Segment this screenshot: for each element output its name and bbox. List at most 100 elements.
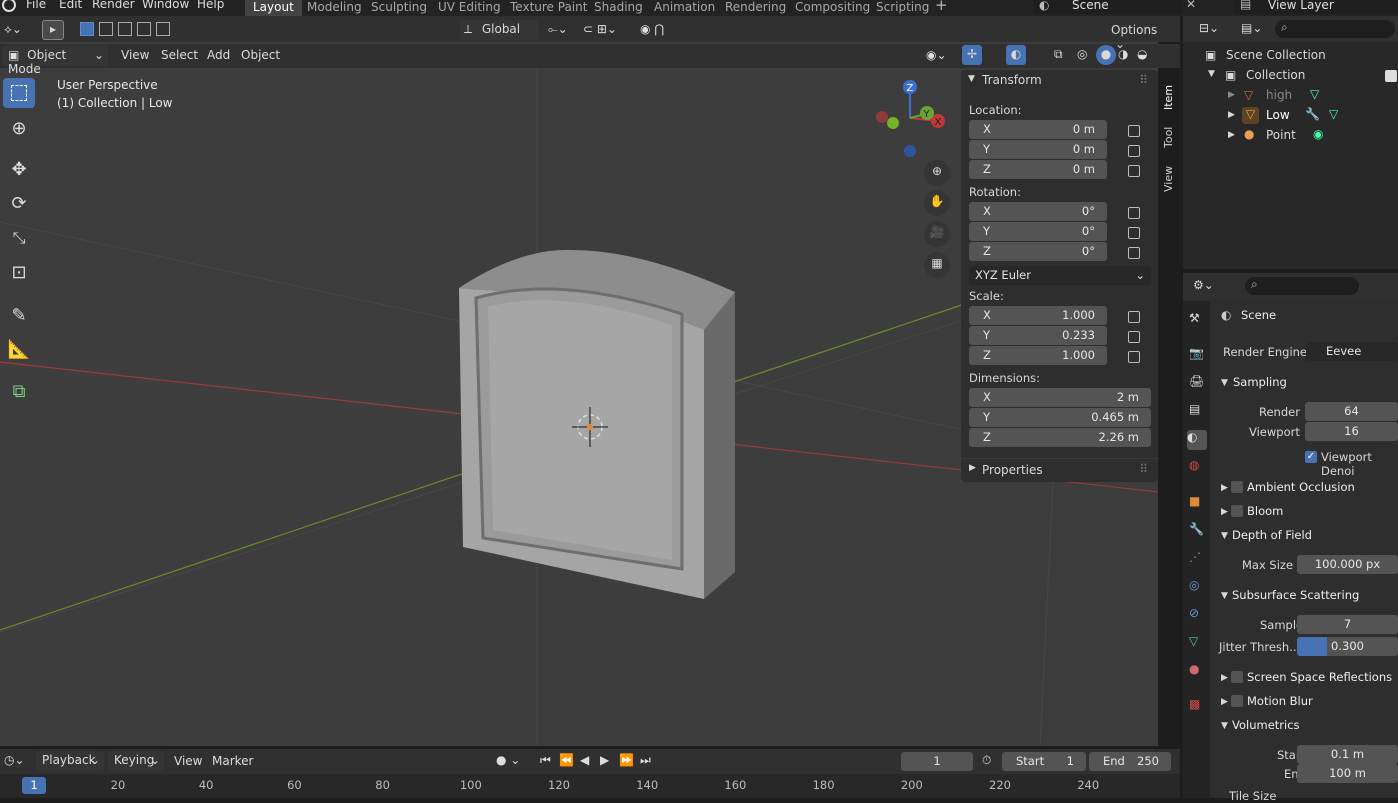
physics-tab-icon[interactable]: ◎ [1189,578,1205,594]
tab-tool[interactable]: Tool [1162,122,1176,148]
outliner-row-scene-collection[interactable]: ▣ Scene Collection [1183,46,1398,66]
depth-of-field-header[interactable]: Depth of Field [1232,528,1312,542]
view-menu[interactable]: View [121,48,149,62]
dimension-x-field[interactable]: X2 m [969,388,1151,407]
add-workspace-icon[interactable]: + [935,0,948,14]
end-frame-field[interactable]: End 250 [1089,752,1171,771]
data-tab-icon[interactable]: ▽ [1189,634,1205,650]
modifier-tab-icon[interactable]: 🔧 [1189,522,1205,538]
drag-handle-icon[interactable]: ⠿ [1139,462,1148,476]
jump-start-icon[interactable]: ⏮ [540,753,551,768]
pan-hand-icon[interactable]: ✋ [924,190,950,216]
shading-wireframe-icon[interactable]: ◎ [1077,47,1087,61]
navigation-gizmo[interactable]: Z X Y [872,78,952,158]
select-menu[interactable]: Select [161,48,198,62]
ambient-occlusion-label[interactable]: Ambient Occlusion [1247,480,1355,494]
editor-type-icon[interactable]: ⚙⌄ [1193,278,1214,292]
dimension-y-field[interactable]: Y 0.465 m [969,408,1151,427]
tool-tab-icon[interactable]: ⚒ [1189,311,1205,327]
expand-down-icon[interactable]: ▼ [1221,378,1228,388]
vol-end-field[interactable]: 100 m [1297,764,1398,783]
viewport-denoise-checkbox[interactable]: ✓ [1305,451,1317,463]
tab-view[interactable]: View [1162,164,1176,192]
outliner-row-point[interactable]: ▶ ● Point ◉ [1183,126,1398,146]
tab-scripting[interactable]: Scripting [868,0,937,16]
render-tab-icon[interactable]: 📷 [1189,346,1205,362]
render-engine-select[interactable]: Eevee [1306,342,1398,361]
object-tab-icon[interactable]: ■ [1189,494,1205,510]
next-keyframe-icon[interactable]: ⏩ [619,753,634,767]
world-tab-icon[interactable]: ◍ [1189,458,1205,474]
close-scene-icon[interactable]: ✕ [1186,0,1196,11]
lock-icon[interactable] [1128,351,1140,363]
lock-icon[interactable] [1128,165,1140,177]
select-set-icon[interactable] [80,22,172,40]
measure-tool[interactable]: 📐 [3,334,35,364]
jump-end-icon[interactable]: ⏭ [640,753,651,768]
tab-animation[interactable]: Animation [646,0,723,16]
expand-right-icon[interactable]: ▶ [1221,697,1228,707]
play-icon[interactable]: ▶ [600,753,609,767]
menu-file[interactable]: File [26,0,46,11]
add-cube-tool[interactable]: ⧉ [3,376,35,406]
tab-rendering[interactable]: Rendering [717,0,794,16]
timeline-marker-menu[interactable]: Marker [212,754,253,768]
expand-right-icon[interactable]: ▶ [1221,483,1228,493]
select-extend-icon[interactable] [99,22,113,36]
dimension-z-field[interactable]: Z 2.26 m [969,428,1151,447]
shading-rendered-icon[interactable]: ◒ [1137,47,1147,61]
visibility-icon[interactable]: ◉⌄ [926,48,947,62]
scale-z-field[interactable]: Z 1.000 [969,346,1107,365]
expand-down-icon[interactable]: ▼ [1221,531,1228,541]
lock-icon[interactable] [1128,247,1140,259]
expand-down-icon[interactable]: ▼ [1208,69,1215,79]
current-frame-field[interactable]: 1 [901,752,973,771]
rotation-z-field[interactable]: Z 0° [969,242,1107,261]
scene-selector[interactable]: ◐ Scene [1033,0,1183,14]
annotate-tool[interactable]: ✎ [3,300,35,330]
viewport-samples-field[interactable]: 16 [1305,422,1398,441]
mode-select[interactable]: ▣ Object Mode ⌄ [2,46,108,76]
menu-window[interactable]: Window [142,0,189,11]
expand-down-icon[interactable]: ▼ [1221,721,1228,731]
tab-sculpting[interactable]: Sculpting [363,0,435,16]
zoom-icon[interactable]: ⊕ [924,160,950,186]
lock-icon[interactable] [1128,207,1140,219]
ambient-occlusion-checkbox[interactable] [1231,481,1243,493]
expand-right-icon[interactable]: ▶ [1221,507,1228,517]
tab-item[interactable]: Item [1162,80,1176,110]
select-box-tool[interactable] [3,78,35,108]
subsurface-scattering-header[interactable]: Subsurface Scattering [1232,588,1359,602]
gizmo-toggle-icon[interactable]: ✢ [962,45,982,65]
tab-layout[interactable]: Layout [245,0,302,16]
location-z-field[interactable]: Z0 m [969,160,1107,179]
scale-x-field[interactable]: X 1.000 [969,306,1107,325]
motion-blur-label[interactable]: Motion Blur [1247,694,1313,708]
ssr-label[interactable]: Screen Space Reflections [1247,670,1392,684]
expand-right-icon[interactable]: ▶ [1228,90,1235,100]
view-layer-tab-icon[interactable]: ▤ [1189,402,1205,418]
timeline-view-menu[interactable]: View [174,754,202,768]
sampling-header[interactable]: Sampling [1233,375,1287,389]
outliner-search-input[interactable]: ⌕ [1275,20,1395,38]
add-menu[interactable]: Add [207,48,230,62]
clock-icon[interactable]: ⏱ [982,753,991,768]
scale-y-field[interactable]: Y 0.233 [969,326,1107,345]
drag-handle-icon[interactable]: ⠿ [1139,73,1148,87]
expand-right-icon[interactable]: ▶ [1228,110,1235,120]
current-frame-marker[interactable]: 1 [22,777,46,794]
proportional-icon[interactable]: ◉ ⋂ [640,22,664,36]
volumetrics-header[interactable]: Volumetrics [1232,718,1300,732]
transform-header[interactable]: ▼ Transform ⠿ [961,70,1158,92]
rotation-mode-select[interactable]: XYZ Euler ⌄ [969,266,1151,285]
view-layer-selector[interactable]: ▤ View Layer [1234,0,1398,14]
select-invert-icon[interactable] [137,22,151,36]
tab-uv-editing[interactable]: UV Editing [430,0,509,16]
tab-modeling[interactable]: Modeling [299,0,370,16]
object-menu[interactable]: Object [241,48,280,62]
orientation-select[interactable]: ⟂ Global [460,20,538,40]
material-tab-icon[interactable]: ● [1189,662,1205,678]
constraints-tab-icon[interactable]: ⊘ [1189,606,1205,622]
expand-right-icon[interactable]: ▶ [1228,130,1235,140]
outliner-row-collection[interactable]: ▼ ▣ Collection [1183,66,1398,86]
